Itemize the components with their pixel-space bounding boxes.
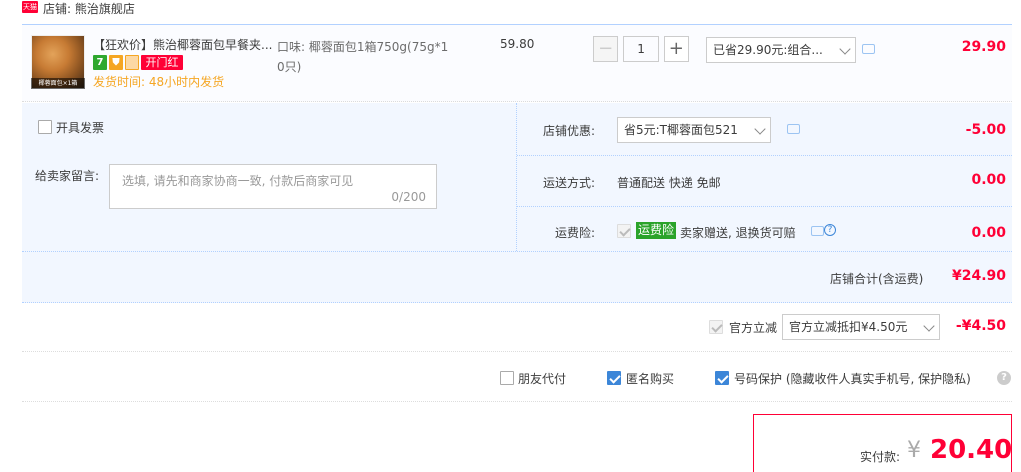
unit-price: 59.80 [500,37,535,51]
insurance-amount: 0.00 [971,225,1006,241]
shop-total-amount: ¥24.90 [951,268,1006,284]
payment-label: 实付款: [860,450,901,464]
shop-discount-label: 店铺优惠: [542,124,595,138]
item-subtotal: 29.90 [961,39,1006,55]
insurance-tag: 运费险 [636,222,677,239]
message-counter: 0/200 [391,190,426,204]
insurance-label: 运费险: [554,226,595,240]
payment-currency: ¥ [907,438,921,463]
increase-button[interactable]: + [663,36,690,62]
insurance-checkbox [617,224,631,238]
thumbnail-caption: 椰蓉面包×1箱 [31,78,85,89]
info-icon[interactable]: ? [824,224,836,236]
anonymous-label: 匿名购买 [626,372,675,386]
shipping-value: 普通配送 快递 免邮 [617,176,721,190]
shipping-label: 运送方式: [542,176,595,190]
seven-day-return-icon: 7 [93,55,107,70]
shop-discount-amount: -5.00 [965,122,1006,138]
invoice-checkbox[interactable] [38,120,52,134]
seller-message-input[interactable]: 选填, 请先和商家协商一致, 付款后商家可见 0/200 [109,164,437,209]
help-icon[interactable]: ? [997,371,1011,385]
official-discount-amount: -¥4.50 [955,318,1006,334]
insurance-value: 卖家赠送, 退换货可赔 [680,226,796,240]
product-title[interactable]: 【狂欢价】熊治椰蓉面包早餐夹... [93,36,272,53]
official-discount-value: 官方立减抵扣¥4.50元 [789,320,908,334]
promo-tag: 开门红 [141,55,183,70]
invoice-label: 开具发票 [56,121,105,135]
anonymous-checkbox[interactable] [607,371,621,385]
sku-line-2: 0只) [277,60,302,74]
official-discount-label: 官方立减 [729,321,778,335]
guarantee-icon: ⛊ [109,55,123,70]
item-discount-value: 已省29.90元:组合... [713,43,823,57]
divider [517,155,1012,156]
official-discount-checkbox [709,320,723,334]
message-icon[interactable] [862,44,875,54]
sku-line-1: 口味: 椰蓉面包1箱750g(75g*1 [277,40,449,54]
divider [22,401,1012,402]
shop-discount-value: 省5元:T椰蓉面包521 [624,123,738,137]
card-icon [125,55,139,70]
shop-name[interactable]: 店铺: 熊治旗舰店 [43,0,135,17]
decrease-button[interactable]: − [593,36,619,62]
message-label: 给卖家留言: [35,169,100,183]
number-protect-label: 号码保护 (隐藏收件人真实手机号, 保护隐私) [734,372,971,386]
item-discount-select[interactable]: 已省29.90元:组合... [706,37,856,63]
chevron-down-icon [754,123,766,135]
friend-pay-label: 朋友代付 [518,372,567,386]
shipping-amount: 0.00 [971,172,1006,188]
friend-pay-checkbox[interactable] [500,371,514,385]
number-protect-checkbox[interactable] [715,371,729,385]
message-icon[interactable] [811,226,824,236]
quantity-input[interactable]: 1 [623,36,659,62]
quantity-stepper: − 1 + [593,36,690,64]
sku-info: 口味: 椰蓉面包1箱750g(75g*1 0只) [277,37,477,77]
message-placeholder: 选填, 请先和商家协商一致, 付款后商家可见 [122,174,354,188]
ship-time: 发货时间: 48小时内发货 [93,75,225,89]
divider [517,206,1012,207]
shop-discount-select[interactable]: 省5元:T椰蓉面包521 [617,117,771,143]
chevron-down-icon [839,43,851,55]
product-tags: 7 ⛊ 开门红 [93,55,185,71]
tmall-badge: 天猫 [22,1,38,13]
message-icon[interactable] [787,124,800,134]
divider [22,351,1012,352]
payment-amount: 20.40 [930,435,1013,465]
